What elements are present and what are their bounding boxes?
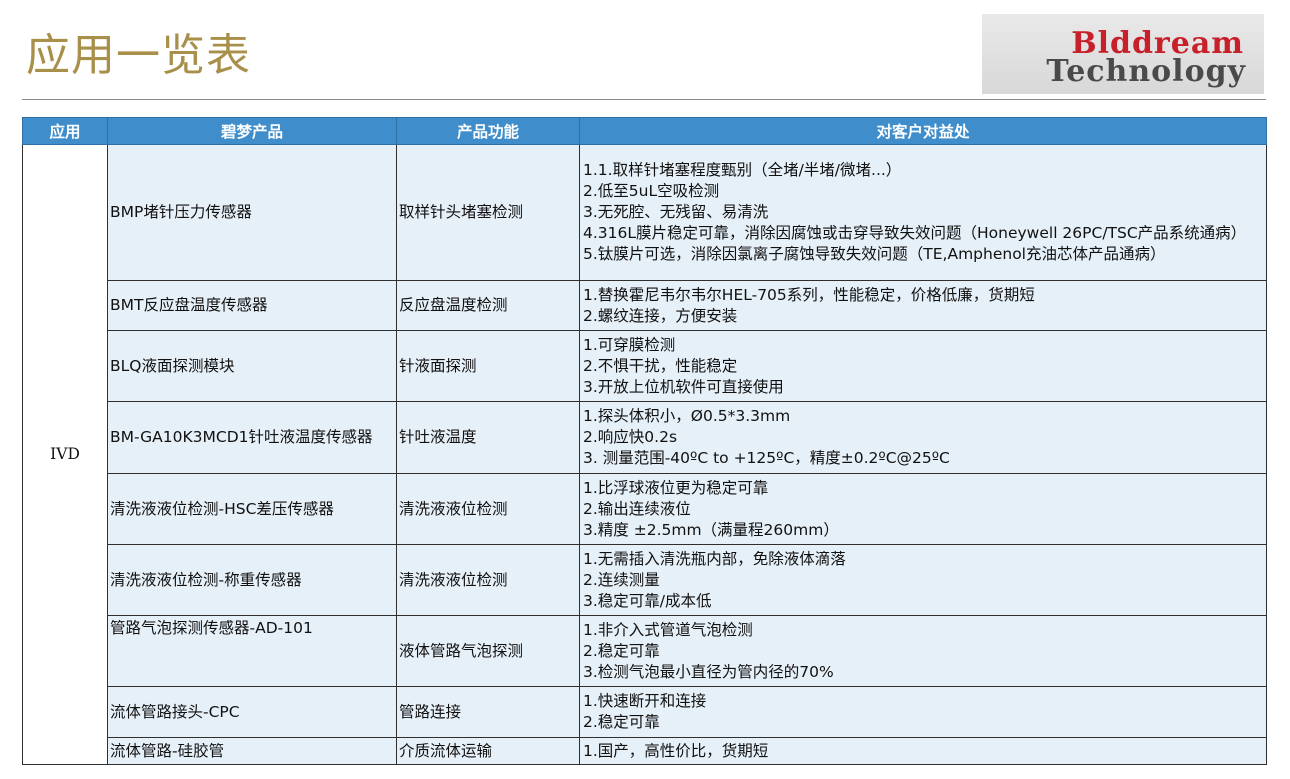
function-cell: 管路连接 xyxy=(396,686,580,738)
benefit-line: 3.无死腔、无残留、易清洗 xyxy=(583,203,769,221)
benefits-cell: 1.替换霍尼韦尔韦尔HEL-705系列，性能稳定，价格低廉，货期短 2.螺纹连接… xyxy=(579,280,1267,331)
product-cell: BLQ液面探测模块 xyxy=(107,330,397,402)
benefit-line: 3.检测气泡最小直径为管内径的70% xyxy=(583,662,834,681)
product-cell: BMT反应盘温度传感器 xyxy=(107,280,397,331)
benefit-line: 2.稳定可靠 xyxy=(583,713,660,731)
product-cell: 流体管路接头-CPC xyxy=(107,686,397,738)
benefits-cell: 1.可穿膜检测 2.不惧干扰，性能稳定 3.开放上位机软件可直接使用 xyxy=(579,330,1267,402)
benefits-cell: 1.无需插入清洗瓶内部，免除液体滴落 2.连续测量 3.稳定可靠/成本低 xyxy=(579,544,1267,616)
table-row: 清洗液液位检测-称重传感器 清洗液液位检测 1.无需插入清洗瓶内部，免除液体滴落… xyxy=(23,544,1267,616)
benefit-line: 4.316L膜片稳定可靠，消除因腐蚀或击穿导致失效问题（Honeywell 26… xyxy=(583,224,1247,242)
table-header-row: 应用 碧梦产品 产品功能 对客户对益处 xyxy=(22,117,1267,145)
benefit-line: 2.螺纹连接，方便安装 xyxy=(583,306,738,325)
function-cell: 反应盘温度检测 xyxy=(396,280,580,331)
function-cell: 介质流体运输 xyxy=(396,737,580,765)
benefit-line: 3.精度 ±2.5mm（满量程260mm） xyxy=(583,520,839,539)
benefit-line: 2.响应快0.2s xyxy=(583,428,678,446)
benefit-line: 1.探头体积小，Ø0.5*3.3mm xyxy=(583,407,791,425)
table-row: 管路气泡探测传感器-AD-101 液体管路气泡探测 1.非介入式管道气泡检测 2… xyxy=(23,615,1267,687)
column-header-benefits: 对客户对益处 xyxy=(579,117,1267,145)
function-cell: 清洗液液位检测 xyxy=(396,544,580,616)
product-cell: 清洗液液位检测-称重传感器 xyxy=(107,544,397,616)
function-cell: 针吐液温度 xyxy=(396,401,580,474)
column-header-product: 碧梦产品 xyxy=(107,117,397,145)
benefit-line: 1.快速断开和连接 xyxy=(583,692,707,710)
product-cell: 管路气泡探测传感器-AD-101 xyxy=(107,615,397,687)
table-row: 流体管路接头-CPC 管路连接 1.快速断开和连接 2.稳定可靠 xyxy=(23,686,1267,738)
title-divider xyxy=(22,99,1266,100)
benefit-line: 2.连续测量 xyxy=(583,570,660,589)
page-title: 应用一览表 xyxy=(26,30,251,81)
benefit-line: 2.稳定可靠 xyxy=(583,641,660,660)
benefits-cell: 1.快速断开和连接 2.稳定可靠 xyxy=(579,686,1267,738)
benefit-line: 2.低至5uL空吸检测 xyxy=(583,182,720,200)
company-logo: Blddream Technology xyxy=(982,14,1264,94)
application-cell: IVD xyxy=(22,144,108,765)
benefits-cell: 1.非介入式管道气泡检测 2.稳定可靠 3.检测气泡最小直径为管内径的70% xyxy=(579,615,1267,687)
benefit-line: 3.稳定可靠/成本低 xyxy=(583,591,712,610)
benefit-line: 3.开放上位机软件可直接使用 xyxy=(583,377,784,396)
logo-text-line2: Technology xyxy=(1046,54,1246,89)
benefit-line: 1.替换霍尼韦尔韦尔HEL-705系列，性能稳定，价格低廉，货期短 xyxy=(583,285,1035,304)
benefits-cell: 1.探头体积小，Ø0.5*3.3mm 2.响应快0.2s 3. 测量范围-40º… xyxy=(579,401,1267,474)
table-row: 流体管路-硅胶管 介质流体运输 1.国产，高性价比，货期短 xyxy=(23,737,1267,765)
table-row: 清洗液液位检测-HSC差压传感器 清洗液液位检测 1.比浮球液位更为稳定可靠 2… xyxy=(23,473,1267,545)
application-table: 应用 碧梦产品 产品功能 对客户对益处 IVD BMP堵针压力传感器 取样针头堵… xyxy=(22,117,1267,765)
benefit-line: 1.比浮球液位更为稳定可靠 xyxy=(583,478,769,497)
table-row: BLQ液面探测模块 针液面探测 1.可穿膜检测 2.不惧干扰，性能稳定 3.开放… xyxy=(23,330,1267,402)
table-row: IVD BMP堵针压力传感器 取样针头堵塞检测 1.1.取样针堵塞程度甄别（全堵… xyxy=(22,144,1267,765)
function-cell: 清洗液液位检测 xyxy=(396,473,580,545)
product-cell: 流体管路-硅胶管 xyxy=(107,737,397,765)
benefit-line: 1.非介入式管道气泡检测 xyxy=(583,620,753,639)
function-cell: 针液面探测 xyxy=(396,330,580,402)
benefit-line: 1.可穿膜检测 xyxy=(583,335,676,354)
benefit-line: 1.1.取样针堵塞程度甄别（全堵/半堵/微堵...） xyxy=(583,161,902,179)
benefit-line: 2.输出连续液位 xyxy=(583,499,691,518)
function-cell: 取样针头堵塞检测 xyxy=(396,144,580,281)
product-cell: 清洗液液位检测-HSC差压传感器 xyxy=(107,473,397,545)
product-cell: BM-GA10K3MCD1针吐液温度传感器 xyxy=(107,401,397,474)
benefits-cell: 1.1.取样针堵塞程度甄别（全堵/半堵/微堵...） 2.低至5uL空吸检测 3… xyxy=(579,144,1267,281)
benefit-line: 2.不惧干扰，性能稳定 xyxy=(583,356,738,375)
benefit-line: 1.国产，高性价比，货期短 xyxy=(583,741,769,760)
benefits-cell: 1.国产，高性价比，货期短 xyxy=(579,737,1267,765)
benefit-line: 1.无需插入清洗瓶内部，免除液体滴落 xyxy=(583,549,846,568)
column-header-function: 产品功能 xyxy=(396,117,580,145)
benefits-cell: 1.比浮球液位更为稳定可靠 2.输出连续液位 3.精度 ±2.5mm（满量程26… xyxy=(579,473,1267,545)
table-row: BM-GA10K3MCD1针吐液温度传感器 针吐液温度 1.探头体积小，Ø0.5… xyxy=(23,401,1267,474)
table-row: BMT反应盘温度传感器 反应盘温度检测 1.替换霍尼韦尔韦尔HEL-705系列，… xyxy=(23,280,1267,331)
function-cell: 液体管路气泡探测 xyxy=(396,615,580,687)
product-cell: BMP堵针压力传感器 xyxy=(107,144,397,281)
benefit-line: 5.钛膜片可选，消除因氯离子腐蚀导致失效问题（TE,Amphenol充油芯体产品… xyxy=(583,245,1166,263)
benefit-line: 3. 测量范围-40ºC to +125ºC，精度±0.2ºC@25ºC xyxy=(583,449,950,467)
column-header-application: 应用 xyxy=(22,117,108,145)
